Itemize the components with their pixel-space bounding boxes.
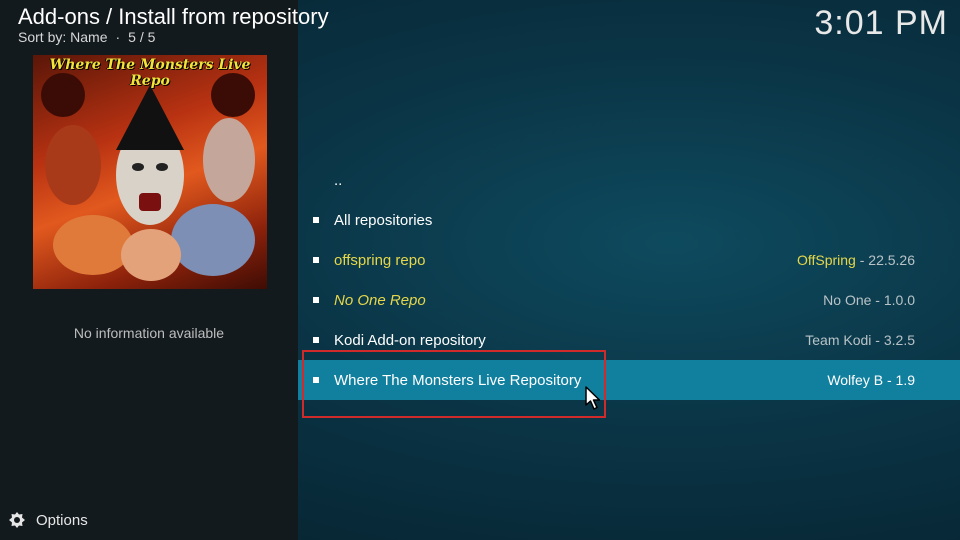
bullet-icon <box>313 257 319 263</box>
separator: · <box>115 29 121 45</box>
options-button[interactable]: Options <box>8 511 88 529</box>
options-label: Options <box>36 511 88 529</box>
poster-title: Where The Monsters Live Repo <box>49 57 251 89</box>
list-item-author: Wolfey B <box>827 372 884 388</box>
list-item-offspring-repo[interactable]: offspring repo OffSpring - 22.5.26 <box>298 240 960 280</box>
no-information-text: No information available <box>73 325 225 341</box>
list-item-label: offspring repo <box>334 251 426 269</box>
bullet-icon <box>313 297 319 303</box>
list-item-author: Team Kodi <box>805 332 872 348</box>
list-item-meta: Wolfey B - 1.9 <box>827 372 915 388</box>
mouse-cursor-icon <box>585 386 601 410</box>
list-item-no-one-repo[interactable]: No One Repo No One - 1.0.0 <box>298 280 960 320</box>
bullet-icon <box>313 337 319 343</box>
monster-artwork <box>41 73 255 281</box>
list-item-sep: - <box>855 252 869 268</box>
list-item-meta: OffSpring - 22.5.26 <box>797 252 915 268</box>
item-count: 5 / 5 <box>128 29 156 45</box>
list-item-label: All repositories <box>334 211 433 229</box>
list-item-sep: - <box>883 372 896 388</box>
list-item-version: 1.0.0 <box>883 292 915 308</box>
bullet-icon <box>313 217 319 223</box>
addon-poster-image: Where The Monsters Live Repo <box>33 55 267 289</box>
page-title: Add-ons / Install from repository <box>18 4 329 29</box>
list-item-label: No One Repo <box>334 291 426 309</box>
list-item-version: 1.9 <box>895 372 915 388</box>
list-item-sep: - <box>871 332 884 348</box>
sort-info: Sort by: Name · 5 / 5 <box>18 29 155 45</box>
list-item-label: .. <box>334 171 343 189</box>
list-item-sep: - <box>871 292 884 308</box>
list-item-parent[interactable]: .. <box>298 160 960 200</box>
left-info-panel: Where The Monsters Live Repo No informat… <box>0 0 298 540</box>
list-item-author: OffSpring <box>796 252 856 268</box>
list-item-meta: No One - 1.0.0 <box>823 292 915 308</box>
list-item-all-repositories[interactable]: All repositories <box>298 200 960 240</box>
list-item-version: 3.2.5 <box>883 332 915 348</box>
list-item-author: No One <box>823 292 872 308</box>
list-item-label: Kodi Add-on repository <box>334 331 486 349</box>
clock: 3:01 PM <box>814 4 948 42</box>
list-item-version: 22.5.26 <box>868 252 915 268</box>
list-item-meta: Team Kodi - 3.2.5 <box>805 332 915 348</box>
options-gear-icon <box>9 512 25 528</box>
sort-label: Sort by: Name <box>18 29 108 45</box>
annotation-highlight-box <box>302 350 606 418</box>
